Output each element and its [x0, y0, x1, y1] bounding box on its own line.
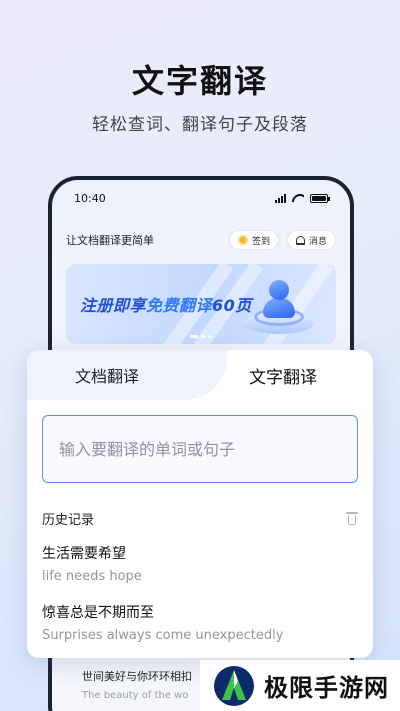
- signal-icon: [275, 193, 286, 203]
- history-title: 历史记录: [42, 512, 95, 528]
- watermark-text: 极限手游网: [264, 674, 389, 702]
- banner-text-a: 注册即享: [80, 296, 147, 315]
- app-header: 让文档翻译更简单 签到 消息: [66, 228, 336, 252]
- history-translation: Surprises always come unexpectedly: [42, 628, 284, 643]
- messages-label: 消息: [308, 236, 327, 247]
- translate-input[interactable]: [59, 439, 341, 459]
- history-header: 历史记录: [42, 508, 358, 528]
- tab-text-translation[interactable]: 文字翻译: [193, 350, 373, 400]
- messages-button[interactable]: 消息: [286, 230, 336, 250]
- promo-title: 文字翻译: [131, 62, 268, 100]
- checkin-label: 签到: [251, 236, 270, 247]
- banner-text: 注册即享免费翻译60页: [80, 292, 252, 316]
- banner-pagination: [66, 335, 336, 338]
- translate-input-box[interactable]: [42, 415, 358, 483]
- coin-icon: [237, 235, 248, 245]
- history-item[interactable]: 生活需要希望 life needs hope: [42, 543, 358, 584]
- history-source: 生活需要希望: [42, 546, 126, 562]
- header-actions: 签到 消息: [228, 230, 336, 250]
- peek-source: 世间美好与你环环相扣: [82, 670, 192, 683]
- history-translation: life needs hope: [42, 569, 142, 584]
- battery-icon: [310, 193, 330, 203]
- status-bar: 10:40: [52, 180, 350, 216]
- promo-subtitle: 轻松查词、翻译句子及段落: [92, 115, 308, 135]
- translator-card: 文档翻译 文字翻译 历史记录 生活需要希望 life needs hope 惊喜…: [27, 350, 373, 658]
- status-time: 10:40: [74, 191, 106, 205]
- watermark: 极限手游网: [200, 660, 400, 711]
- checkin-button[interactable]: 签到: [228, 230, 279, 250]
- bell-icon: [295, 235, 305, 245]
- wifi-icon: [292, 194, 304, 203]
- promo-banner[interactable]: 注册即享免费翻译60页: [66, 264, 336, 344]
- app-title: 让文档翻译更简单: [66, 234, 154, 247]
- history-item-peek: 世间美好与你环环相扣 The beauty of the wo: [82, 668, 192, 701]
- trash-icon[interactable]: [346, 511, 358, 525]
- user-figure-icon: [244, 276, 314, 336]
- watermark-logo-icon: [212, 664, 256, 708]
- history-source: 惊喜总是不期而至: [42, 605, 154, 621]
- status-icons: [275, 193, 330, 203]
- banner-text-b: 免费翻译: [146, 296, 213, 315]
- history-item[interactable]: 惊喜总是不期而至 Surprises always come unexpecte…: [42, 602, 358, 643]
- peek-translation: The beauty of the wo: [82, 690, 189, 701]
- translator-tabs: 文档翻译 文字翻译: [27, 350, 373, 400]
